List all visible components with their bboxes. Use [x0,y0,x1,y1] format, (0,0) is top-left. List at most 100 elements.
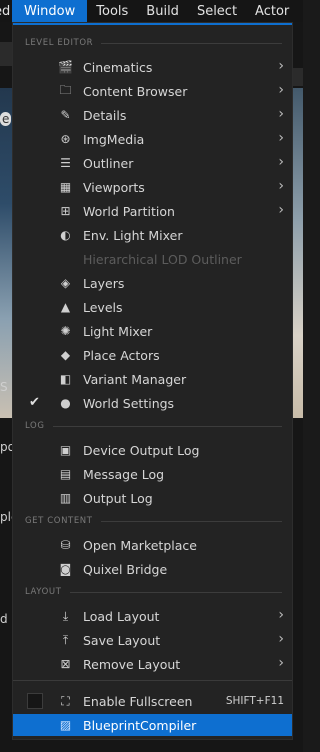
message-log-icon: ▤ [59,467,72,481]
menu-item-blueprintcompiler[interactable]: ▨ BlueprintCompiler [13,714,292,736]
menubar-partial-item: ed [0,3,11,19]
chevron-right-icon: › [278,178,284,194]
menu-item-levels[interactable]: ▲ Levels [13,296,292,318]
menu-item-label: World Partition [83,204,175,219]
menu-item-hierarchical-lod-outliner: Hierarchical LOD Outliner [13,248,292,270]
menu-item-light-mixer[interactable]: ✺ Light Mixer [13,320,292,342]
menu-build[interactable]: Build [137,0,188,22]
menu-item-viewports[interactable]: ▦ Viewports › [13,176,292,198]
menu-item-label: Outliner [83,156,134,171]
shortcut-label: SHIFT+F11 [225,695,284,707]
menu-item-label: World Settings [83,396,175,411]
menu-item-label: Layers [83,276,125,291]
menu-item-imgmedia[interactable]: ⊛ ImgMedia › [13,128,292,150]
menu-item-device-output-log[interactable]: ▣ Device Output Log [13,439,292,461]
chevron-right-icon: › [278,58,284,74]
globe-icon: ● [60,396,71,410]
menu-item-content-browser[interactable]: 🗀 Content Browser › [13,80,292,102]
chevron-right-icon: › [278,202,284,218]
chevron-right-icon: › [278,655,284,671]
section-divider [69,591,282,593]
menu-item-label: BlueprintCompiler [83,718,197,733]
bg-fragment-2: S [0,380,8,394]
menu-item-label: Open Marketplace [83,538,197,553]
menu-item-quixel-bridge[interactable]: ◙ Quixel Bridge [13,558,292,580]
main-menubar: ed Window Tools Build Select Actor [0,0,303,22]
menu-item-env-light-mixer[interactable]: ◐ Env. Light Mixer [13,224,292,246]
menu-item-label: Quixel Bridge [83,562,168,577]
menu-item-save-layout[interactable]: ⤒ Save Layout › [13,629,292,651]
bridge-icon: ◙ [59,562,72,576]
menu-item-place-actors[interactable]: ◆ Place Actors [13,344,292,366]
menu-item-label: ImgMedia [83,132,145,147]
menu-item-label: Message Log [83,467,165,482]
partition-grid-icon: ⊞ [60,204,71,218]
menu-item-remove-layout[interactable]: ⊠ Remove Layout › [13,653,292,675]
chevron-right-icon: › [278,82,284,98]
lod-icon [58,252,73,266]
menu-item-open-marketplace[interactable]: ⛁ Open Marketplace [13,534,292,556]
section-get-content: GET CONTENT [25,515,282,527]
window-dropdown-menu: LEVEL EDITOR 🎬 Cinematics › 🗀 Content Browser… [12,22,293,740]
menu-item-label: Save Layout [83,633,161,648]
checkmark-icon: ✔ [29,395,40,410]
layers-icon: ◈ [60,276,71,290]
film-icon: 🎬 [58,60,73,74]
place-actors-icon: ◆ [60,348,71,362]
bg-toolbar-right [293,68,303,86]
menu-item-label: Place Actors [83,348,160,363]
chevron-right-icon: › [278,130,284,146]
bg-fragment-5: d [0,612,8,626]
menu-item-world-partition[interactable]: ⊞ World Partition › [13,200,292,222]
menu-item-label: Hierarchical LOD Outliner [83,252,242,267]
chevron-right-icon: › [278,106,284,122]
load-layout-icon: ⤓ [62,608,69,623]
menu-item-label: Levels [83,300,123,315]
chevron-right-icon: › [278,607,284,623]
menu-item-enable-fullscreen[interactable]: ⛶ Enable Fullscreen SHIFT+F11 [13,690,292,712]
folder-icon: 🗀 [59,82,72,97]
pencil-icon: ✎ [60,108,71,122]
bg-fragment-1: e [0,112,12,126]
menu-item-outliner[interactable]: ☰ Outliner › [13,152,292,174]
menu-item-label: Cinematics [83,60,153,75]
menu-item-details[interactable]: ✎ Details › [13,104,292,126]
menu-item-label: Content Browser [83,84,188,99]
chevron-right-icon: › [278,154,284,170]
section-divider [52,425,282,427]
menu-item-layers[interactable]: ◈ Layers [13,272,292,294]
menu-item-output-log[interactable]: ▥ Output Log [13,487,292,509]
menu-tools[interactable]: Tools [87,0,137,22]
menu-divider [13,680,292,681]
section-title: GET CONTENT [25,516,93,526]
section-layout: LAYOUT [25,586,282,598]
section-divider [100,520,282,522]
menu-item-message-log[interactable]: ▤ Message Log [13,463,292,485]
section-title: LEVEL EDITOR [25,38,94,48]
menu-item-label: Remove Layout [83,657,181,672]
variant-icon: ◧ [59,372,72,386]
fullscreen-checkbox[interactable] [27,693,43,709]
list-icon: ☰ [60,156,71,170]
menu-window[interactable]: Window [12,0,88,22]
section-title: LOG [25,421,45,431]
device-log-icon: ▣ [59,443,72,457]
fullscreen-icon: ⛶ [61,693,70,708]
menu-select[interactable]: Select [188,0,246,22]
section-level-editor: LEVEL EDITOR [25,37,282,49]
menu-item-label: Viewports [83,180,145,195]
output-log-icon: ▥ [59,491,72,505]
section-log: LOG [25,420,282,432]
menu-item-world-settings[interactable]: ✔ ● World Settings [13,392,292,414]
light-mixer-icon: ◐ [60,228,71,242]
menu-item-label: Details [83,108,127,123]
menu-item-load-layout[interactable]: ⤓ Load Layout › [13,605,292,627]
menu-item-cinematics[interactable]: 🎬 Cinematics › [13,56,292,78]
menu-item-variant-manager[interactable]: ◧ Variant Manager [13,368,292,390]
menu-actor[interactable]: Actor [246,0,298,22]
remove-layout-icon: ⊠ [60,657,71,671]
viewport-image-right [293,88,303,418]
levels-icon: ▲ [60,300,71,314]
viewport-image-left [0,88,12,418]
section-title: LAYOUT [25,587,62,597]
